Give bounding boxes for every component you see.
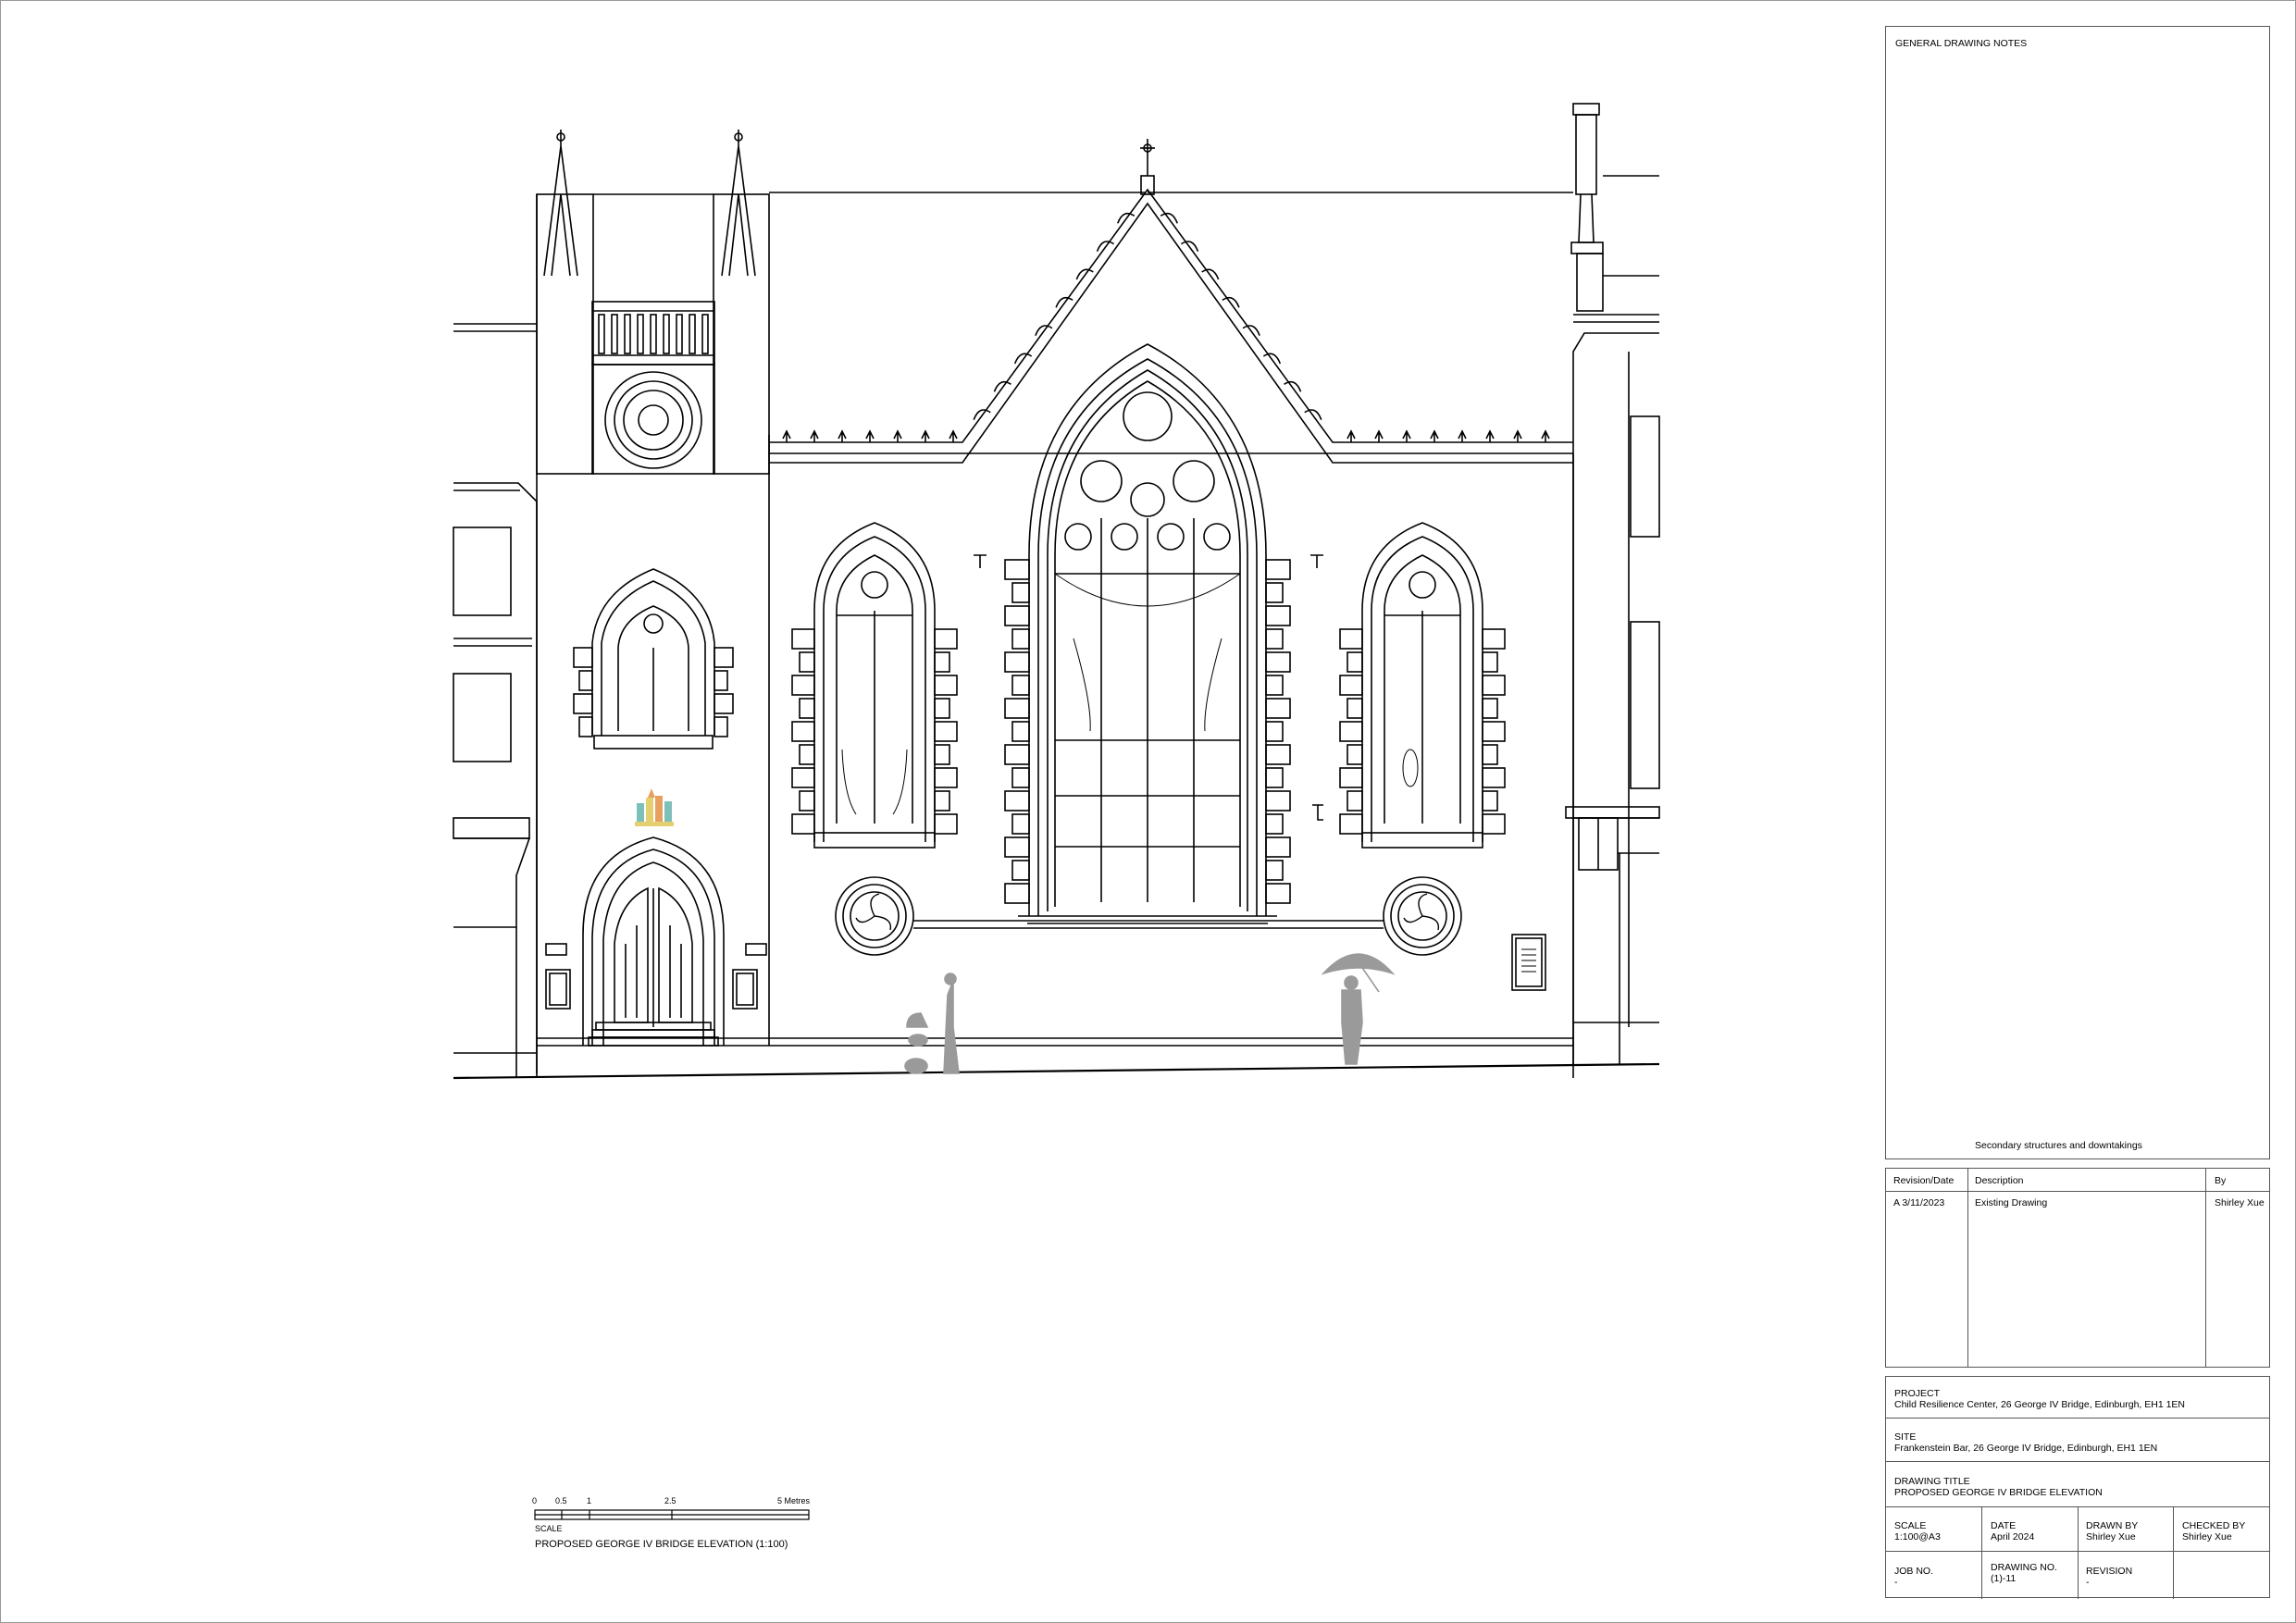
revision-header-date: Revision/Date [1893,1175,1955,1186]
drawn-by-label: DRAWN BY [2086,1520,2139,1531]
scale-meta-value: 1:100@A3 [1894,1531,1941,1542]
revision-table: Revision/Date Description By A 3/11/2023… [1885,1168,2270,1368]
scale-meta-label: SCALE [1894,1520,1927,1531]
revision-row-description: Existing Drawing [1975,1197,2048,1208]
left-neighbour-building [453,323,538,1078]
roundel-left [835,876,914,956]
revision-header-by: By [2215,1175,2227,1186]
notice-board [1511,934,1546,991]
revision-header-description: Description [1975,1175,2024,1186]
project-value: Child Resilience Center, 26 George IV Br… [1894,1399,2186,1410]
revision-col-divider-1 [1967,1169,1968,1367]
drawn-by-value: Shirley Xue [2086,1531,2136,1542]
divider-project [1886,1418,2269,1419]
scale-label: SCALE [535,1524,563,1533]
figure-pram [904,973,960,1074]
divider-site [1886,1461,2269,1462]
central-great-window [1004,343,1291,924]
notes-panel: GENERAL DRAWING NOTES Secondary structur… [1885,26,2270,1159]
scale-tick-5: 5 Metres [777,1496,811,1505]
divider-col-1 [1981,1506,1982,1599]
job-no-label: JOB NO. [1894,1566,1934,1577]
roundel-right [1383,876,1462,956]
revision-label: REVISION [2086,1566,2133,1577]
date-label: DATE [1991,1520,2017,1531]
site-value: Frankenstein Bar, 26 George IV Bridge, E… [1894,1443,2158,1454]
colour-sign [635,788,674,826]
upper-left-window [573,568,734,750]
right-side-window [1339,522,1506,849]
drawing-no-value: (1)-11 [1991,1573,2017,1584]
left-side-window [791,522,958,849]
revision-row-by: Shirley Xue [2215,1197,2265,1208]
wall-brackets [974,554,1323,821]
revision-col-divider-2 [2205,1169,2206,1367]
site-label: SITE [1894,1431,1917,1443]
entrance-door [545,836,767,1047]
revision-value: - [2086,1577,2090,1588]
job-no-value: - [1894,1577,1898,1588]
notes-footnote: Secondary structures and downtakings [1975,1140,2142,1151]
drawing-no-label: DRAWING NO. [1991,1562,2057,1573]
right-neighbour-building [1565,103,1660,1078]
drawing-title-label: DRAWING TITLE [1894,1476,1970,1487]
project-info-block: PROJECT Child Resilience Center, 26 Geor… [1885,1376,2270,1599]
divider-col-2 [2078,1506,2079,1599]
drawing-caption: PROPOSED GEORGE IV BRIDGE ELEVATION (1:1… [535,1539,788,1550]
scale-bar-graphic [534,1509,810,1520]
project-label: PROJECT [1894,1388,1941,1399]
ground-line [453,1062,1660,1080]
scale-tick-2-5: 2.5 [664,1496,676,1505]
scale-tick-1: 1 [587,1496,592,1505]
scale-tick-0: 0 [532,1496,538,1505]
left-tower [536,130,770,475]
checked-by-value: Shirley Xue [2182,1531,2232,1542]
figure-umbrella [1321,953,1396,1065]
drawing-title-value: PROPOSED GEORGE IV BRIDGE ELEVATION [1894,1487,2103,1498]
scale-tick-0-5: 0.5 [555,1496,567,1505]
revision-header-divider [1886,1191,2269,1192]
date-value: April 2024 [1991,1531,2035,1542]
revision-row-date: A 3/11/2023 [1893,1197,1945,1208]
divider-col-3 [2173,1506,2174,1599]
checked-by-label: CHECKED BY [2182,1520,2246,1531]
notes-heading: GENERAL DRAWING NOTES [1895,38,2028,49]
